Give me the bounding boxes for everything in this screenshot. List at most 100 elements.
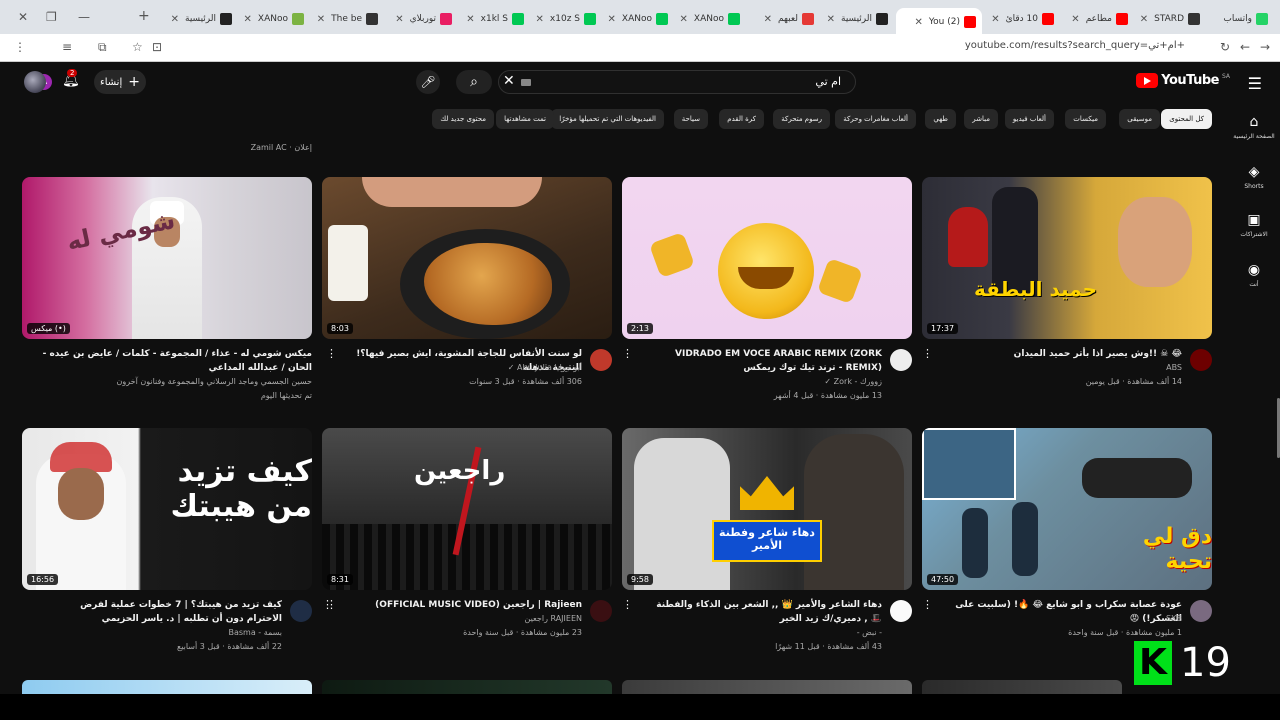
chip-mixes[interactable]: ميكسات [1065, 109, 1106, 129]
search-button[interactable]: ⌕ [456, 70, 492, 94]
channel-name[interactable]: زوورك - Zork ✓ [642, 377, 882, 386]
more-options-icon[interactable]: ⋮ [922, 347, 933, 360]
tab-close-icon[interactable]: ✕ [395, 14, 403, 25]
video-title[interactable]: 😂 ☠ !!وش يصير اذا بأتر حميد الميدان [942, 347, 1182, 361]
channel-name[interactable]: RAJIEEN راجعين [342, 614, 582, 623]
video-title[interactable]: كيف تزيد من هيبتك؟ | 7 خطوات عملية لفرض … [42, 598, 282, 626]
tab[interactable]: الرئيسية ✕ [822, 8, 894, 30]
back-icon[interactable]: → [1260, 40, 1270, 54]
reload-icon[interactable]: ↻ [1220, 40, 1230, 54]
create-button[interactable]: + إنشاء [94, 70, 146, 94]
tab[interactable]: مطاعم ✕ [1062, 8, 1134, 30]
tab[interactable]: x1kl S ✕ [460, 8, 530, 30]
tab-close-icon[interactable]: ✕ [827, 14, 835, 25]
chip-animation[interactable]: رسوم متحركة [773, 109, 830, 129]
favorites-icon[interactable]: ☆ [132, 40, 143, 54]
video-thumbnail[interactable]: دهاء شاعر وفطنة الأمير 9:58 [622, 428, 912, 590]
channel-name[interactable]: بسمة - Basma [42, 628, 282, 637]
channel-name[interactable]: أبو جوليا Abu Julia ✓ [342, 363, 582, 372]
channel-name[interactable]: SXB [942, 614, 1182, 623]
tab[interactable]: توربلاي ✕ [386, 8, 458, 30]
more-options-icon[interactable]: ⋮ [326, 598, 337, 611]
channel-name[interactable]: حسين الجسمي وماجد الرسلاني والمجموعة وفن… [42, 377, 313, 386]
channel-avatar[interactable] [590, 600, 612, 622]
channel-name[interactable]: ABS [942, 363, 1182, 372]
channel-avatar[interactable] [890, 349, 912, 371]
split-view-icon[interactable]: ⧉ [98, 40, 107, 55]
more-options-icon[interactable]: ⋮ [622, 347, 633, 360]
video-thumbnail[interactable]: 2:13 [622, 177, 912, 339]
tab[interactable]: 10 دقائ ✕ [984, 8, 1060, 30]
tab-close-icon[interactable]: ✕ [244, 14, 252, 25]
video-thumbnail[interactable] [322, 680, 612, 694]
account-avatar[interactable] [24, 71, 46, 93]
tab[interactable]: لعبهم ✕ [748, 8, 820, 30]
search-input[interactable]: ام تي [815, 75, 841, 88]
chip-tourism[interactable]: سياحة [673, 109, 708, 129]
chip-music[interactable]: موسيقى [1119, 109, 1160, 129]
video-thumbnail[interactable] [22, 680, 312, 694]
chip-new-to-you[interactable]: محتوى جديد لك [432, 109, 494, 129]
chip-action-adventure[interactable]: ألعاب مغامرات وحركة [835, 109, 916, 129]
channel-avatar[interactable] [590, 349, 612, 371]
more-options-icon[interactable]: ⋮ [622, 598, 633, 611]
tab[interactable]: The be ✕ [312, 8, 384, 30]
guide-item-subscriptions[interactable]: ▣ الاشتراكات [1232, 212, 1276, 238]
video-thumbnail[interactable]: راجعين 8:31 [322, 428, 612, 590]
tab[interactable]: XANoo ✕ [604, 8, 674, 30]
url-field[interactable]: youtube.com/results?search_query=ام+تي+ [965, 40, 1185, 51]
channel-avatar[interactable] [1190, 600, 1212, 622]
notifications-button[interactable]: 🔔︎ 2 [62, 69, 80, 88]
chip-live[interactable]: مباشر [964, 109, 998, 129]
more-options-icon[interactable]: ⋮ [922, 598, 933, 611]
channel-avatar[interactable] [890, 600, 912, 622]
tab[interactable]: XANoo ✕ [676, 8, 746, 30]
tab[interactable]: الرئيسية ✕ [158, 8, 238, 30]
tab-close-icon[interactable]: ✕ [914, 17, 922, 28]
hamburger-menu-icon[interactable]: ☰ [1248, 74, 1262, 93]
tab-close-icon[interactable]: ✕ [608, 14, 616, 25]
video-title[interactable]: دهاء الشاعر والأمير 👑 ,, الشعر بين الذكا… [642, 598, 882, 626]
chip-football[interactable]: كرة القدم [719, 109, 764, 129]
tab-active[interactable]: (2) You ✕ [896, 8, 982, 36]
video-thumbnail[interactable]: كيف تزيد من هيبتك 16:56 [22, 428, 312, 590]
more-options-icon[interactable]: ⋮ [326, 347, 337, 360]
video-title[interactable]: Rajieen | راجعين (OFFICIAL MUSIC VIDEO) [342, 598, 582, 612]
tab-close-icon[interactable]: ✕ [317, 14, 325, 25]
video-thumbnail[interactable]: دق لي تحية 47:50 [922, 428, 1212, 590]
guide-item-shorts[interactable]: ◈ Shorts [1232, 164, 1276, 190]
video-thumbnail[interactable]: حميد البطقة 17:37 [922, 177, 1212, 339]
restore-window-icon[interactable]: ❐ [46, 10, 57, 24]
video-thumbnail[interactable] [922, 680, 1122, 694]
video-thumbnail[interactable]: شومي له ميكس (•) [22, 177, 312, 339]
minimize-window-icon[interactable]: — [78, 10, 90, 24]
video-thumbnail[interactable]: 8:03 [322, 177, 612, 339]
chip-video-games[interactable]: ألعاب فيديو [1004, 109, 1054, 129]
extensions-icon[interactable]: ≡ [62, 40, 72, 54]
tab-close-icon[interactable]: ✕ [171, 14, 179, 25]
tab[interactable]: واتساب [1208, 8, 1274, 30]
video-title[interactable]: VIDRADO EM VOCE ARABIC REMIX (ZORK REMIX… [642, 347, 882, 375]
more-menu-icon[interactable]: ⋮ [14, 40, 26, 54]
channel-name[interactable]: - نبض - [642, 628, 882, 637]
youtube-logo[interactable]: YouTube SA [1136, 73, 1230, 88]
guide-item-you[interactable]: ◉ أنت [1232, 262, 1276, 288]
chip-watched[interactable]: تمت مشاهدتها [496, 109, 554, 129]
tab-close-icon[interactable]: ✕ [536, 14, 544, 25]
ad-label[interactable]: إعلان · Zamil AC [251, 143, 312, 152]
keyboard-icon[interactable] [521, 79, 531, 86]
forward-icon[interactable]: ← [1240, 40, 1250, 54]
channel-avatar[interactable] [290, 600, 312, 622]
chip-cooking[interactable]: طهي [925, 109, 956, 129]
chip-recently-uploaded[interactable]: الفيديوهات التي تم تحميلها مؤخرًا [551, 109, 664, 129]
close-window-icon[interactable]: ✕ [18, 10, 28, 24]
channel-avatar[interactable] [1190, 349, 1212, 371]
tab-close-icon[interactable]: ✕ [466, 14, 474, 25]
tab-close-icon[interactable]: ✕ [1140, 14, 1148, 25]
tab[interactable]: STARD ✕ [1136, 8, 1206, 30]
tab-close-icon[interactable]: ✕ [1071, 14, 1079, 25]
clear-search-icon[interactable]: ✕ [503, 73, 515, 89]
search-box[interactable]: ام تي ✕ [498, 70, 856, 94]
tab-close-icon[interactable]: ✕ [680, 14, 688, 25]
tab[interactable]: XANoo ✕ [240, 8, 310, 30]
